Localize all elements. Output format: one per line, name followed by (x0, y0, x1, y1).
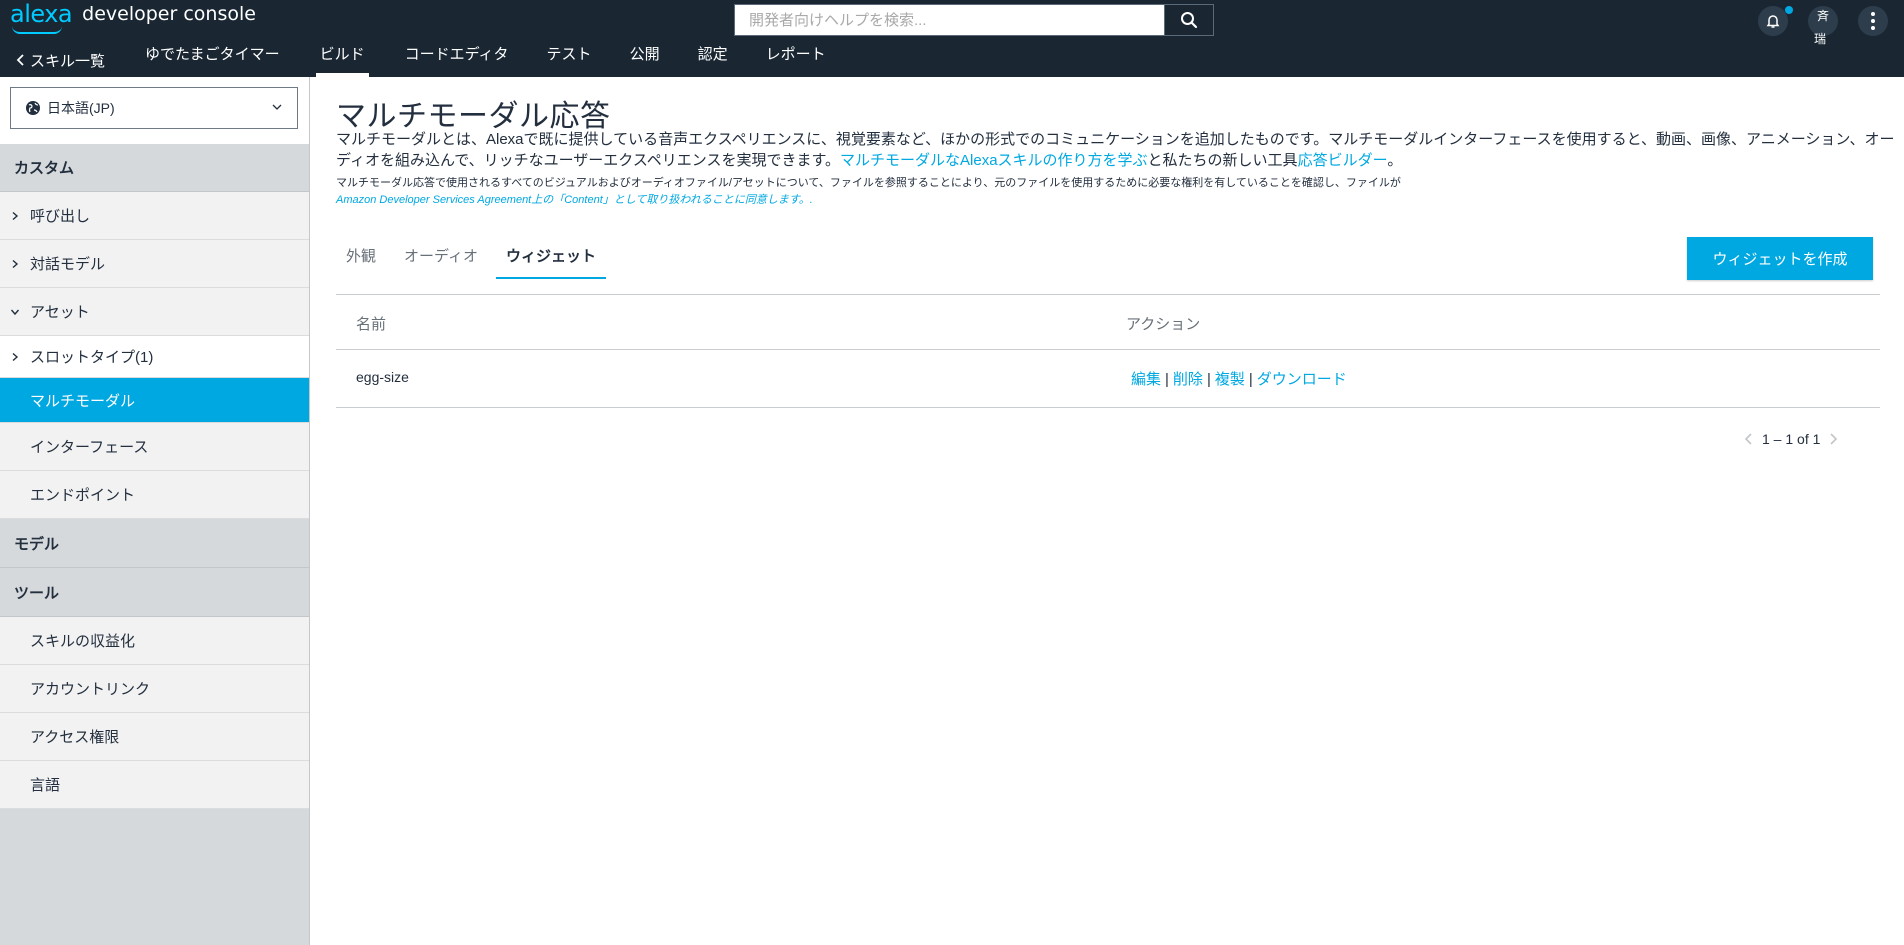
chevron-left-icon[interactable] (1744, 432, 1754, 446)
avatar-sub-label: 瑞 (1814, 32, 1827, 46)
developer-agreement-link[interactable]: Amazon Developer Services Agreement上の「Co… (336, 194, 813, 206)
pagination: 1 – 1 of 1 (1744, 431, 1838, 447)
globe-icon (26, 101, 40, 115)
search-button[interactable] (1164, 5, 1213, 35)
nav-label: スキル一覧 (30, 52, 106, 70)
language-select[interactable]: 日本語(JP) (10, 87, 298, 129)
avatar-initial: 斉 (1816, 9, 1829, 23)
nav-skill-name[interactable]: ゆでたまごタイマー (145, 38, 280, 77)
main-content: マルチモーダル応答 マルチモーダルとは、Alexaで既に提供している音声エクスペ… (310, 77, 1904, 945)
sidebar-item-interfaces[interactable]: インターフェース (0, 423, 309, 471)
sidebar-item-label: マルチモーダル (30, 392, 136, 410)
separator: | (1248, 371, 1253, 388)
separator: | (1165, 371, 1169, 388)
tab-widget[interactable]: ウィジェット (495, 237, 607, 279)
chevron-down-icon (10, 309, 20, 315)
nav-build[interactable]: ビルド (315, 38, 369, 77)
column-header-actions: アクション (1126, 316, 1201, 333)
chevron-left-icon (16, 54, 24, 66)
sidebar-item-slot-types[interactable]: スロットタイプ(1) (0, 336, 309, 378)
nav-distribution[interactable]: 公開 (630, 38, 660, 77)
sidebar-item-permissions[interactable]: アクセス権限 (0, 713, 309, 761)
sidebar-item-label: スロットタイプ(1) (30, 349, 154, 366)
row-actions: 編集 | 削除 | 複製 | ダウンロード (1131, 368, 1347, 389)
sidebar-item-label: エンドポイント (30, 487, 136, 504)
language-value: 日本語(JP) (47, 100, 115, 116)
sidebar-section-model[interactable]: モデル (0, 519, 309, 568)
create-widget-button[interactable]: ウィジェットを作成 (1687, 237, 1873, 280)
sidebar-section-custom: カスタム (0, 144, 309, 192)
main-nav: スキル一覧 ゆでたまごタイマー ビルド コードエディタ テスト 公開 認定 レポ… (0, 38, 826, 77)
sidebar-item-label: 言語 (30, 777, 61, 794)
kebab-dot (1871, 26, 1875, 30)
notifications-button[interactable] (1758, 6, 1788, 36)
sidebar-item-label: アカウントリンク (30, 681, 151, 698)
chevron-right-icon (12, 352, 19, 361)
help-search (734, 4, 1214, 36)
more-options-button[interactable] (1858, 6, 1888, 36)
sidebar-item-label: スキルの収益化 (30, 633, 136, 650)
sidebar-item-endpoint[interactable]: エンドポイント (0, 471, 309, 519)
learn-multimodal-link[interactable]: マルチモーダルなAlexaスキルの作り方を学ぶ (840, 152, 1148, 169)
sidebar-item-assets[interactable]: アセット (0, 288, 309, 336)
language-selector-wrap: 日本語(JP) (0, 77, 309, 144)
separator: | (1206, 371, 1211, 388)
nav-reports[interactable]: レポート (766, 38, 826, 77)
chevron-right-icon (12, 211, 19, 220)
note-text: マルチモーダル応答で使用されるすべてのビジュアルおよびオーディオファイル/アセッ… (336, 177, 1401, 189)
alexa-developer-console-logo[interactable]: alexa developer console (10, 1, 256, 37)
kebab-dot (1871, 19, 1875, 23)
nav-code-editor[interactable]: コードエディタ (405, 38, 509, 77)
response-builder-link[interactable]: 応答ビルダー (1298, 152, 1388, 169)
sidebar-item-label: 呼び出し (30, 208, 91, 225)
logo-alexa-text: alexa (10, 0, 73, 28)
chevron-down-icon (272, 104, 282, 110)
nav-skill-list[interactable]: スキル一覧 (16, 38, 105, 77)
widget-name-cell: egg-size (356, 369, 409, 385)
download-link[interactable]: ダウンロード (1257, 371, 1347, 388)
nav-test[interactable]: テスト (547, 38, 592, 77)
sidebar-item-monetization[interactable]: スキルの収益化 (0, 617, 309, 665)
chevron-right-icon (12, 259, 19, 268)
sidebar-item-label: インターフェース (30, 439, 149, 456)
logo-title: developer console (82, 3, 256, 25)
sidebar-item-invocation[interactable]: 呼び出し (0, 192, 309, 240)
tab-appearance[interactable]: 外観 (336, 237, 386, 279)
sidebar-item-account-linking[interactable]: アカウントリンク (0, 665, 309, 713)
sidebar-item-interaction-model[interactable]: 対話モデル (0, 240, 309, 288)
asset-tabs: 外観 オーディオ ウィジェット (336, 237, 614, 279)
kebab-dot (1871, 12, 1875, 16)
column-header-name[interactable]: 名前 (356, 313, 386, 334)
chevron-right-icon[interactable] (1828, 432, 1838, 446)
search-icon (1181, 12, 1198, 29)
description-text: と私たちの新しい工具 (1147, 152, 1298, 169)
widget-table: 名前 アクション egg-size 編集 | 削除 | 複製 | ダウンロード (336, 294, 1880, 408)
sidebar-item-label: アセット (30, 304, 90, 321)
table-row: egg-size 編集 | 削除 | 複製 | ダウンロード (336, 350, 1880, 408)
sidebar-section-tools: ツール (0, 568, 309, 617)
table-header: 名前 アクション (336, 294, 1880, 350)
edit-link[interactable]: 編集 (1131, 371, 1161, 388)
bell-icon (1766, 15, 1780, 28)
logo-swoosh (12, 26, 62, 34)
delete-link[interactable]: 削除 (1173, 371, 1203, 388)
nav-certification[interactable]: 認定 (698, 38, 728, 77)
pagination-range: 1 – 1 of 1 (1762, 431, 1821, 447)
sidebar-item-label: アクセス権限 (30, 729, 120, 746)
duplicate-link[interactable]: 複製 (1215, 371, 1245, 388)
tab-audio[interactable]: オーディオ (394, 237, 488, 279)
top-bar: alexa developer console 斉 瑞 ス (0, 0, 1904, 77)
content-rights-note: マルチモーダル応答で使用されるすべてのビジュアルおよびオーディオファイル/アセッ… (336, 175, 1896, 209)
sidebar-item-languages[interactable]: 言語 (0, 761, 309, 809)
sidebar: 日本語(JP) カスタム 呼び出し 対話モデル アセット スロットタイプ(1) … (0, 77, 310, 945)
page-description: マルチモーダルとは、Alexaで既に提供している音声エクスペリエンスに、視覚要素… (336, 129, 1896, 171)
sidebar-item-multimodal[interactable]: マルチモーダル (0, 378, 309, 423)
sidebar-item-label: 対話モデル (30, 256, 106, 273)
description-text: 。 (1387, 152, 1403, 169)
search-input[interactable] (735, 5, 1164, 35)
notification-dot (1785, 6, 1793, 14)
